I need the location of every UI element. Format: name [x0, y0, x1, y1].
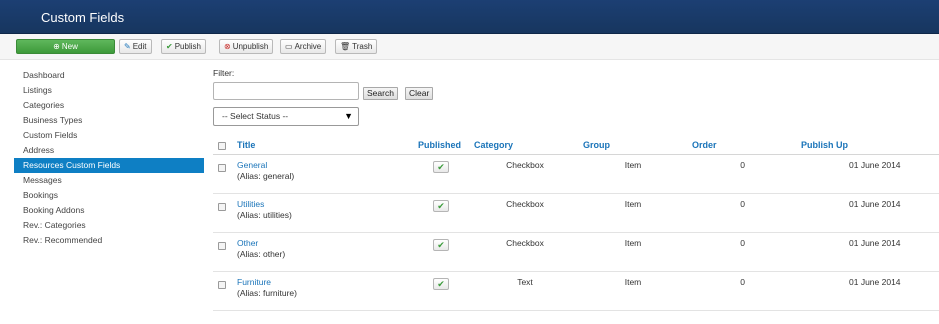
field-title-link[interactable]: General: [237, 160, 267, 170]
field-alias: (Alias: utilities): [237, 210, 292, 220]
select-all-checkbox[interactable]: [218, 142, 226, 150]
archive-button-label: Archive: [294, 42, 322, 51]
toolbar: ⊕ New ✎ Edit ✔ Publish ⊗ Unpublish ▭ Archive …: [0, 34, 939, 60]
clear-button[interactable]: Clear: [405, 87, 434, 100]
field-order: 0: [740, 199, 745, 209]
field-group: Item: [624, 160, 642, 170]
field-alias: (Alias: general): [237, 171, 295, 181]
sidebar-item-booking-addons[interactable]: Booking Addons: [14, 203, 204, 218]
sidebar-item-business-types[interactable]: Business Types: [14, 113, 204, 128]
search-button[interactable]: Search: [363, 87, 398, 100]
field-category: Checkbox: [506, 160, 544, 170]
row-checkbox[interactable]: [218, 164, 226, 172]
field-group: Item: [624, 277, 642, 287]
archive-button[interactable]: ▭ Archive: [280, 39, 327, 54]
published-toggle[interactable]: ✔: [433, 200, 449, 212]
published-toggle[interactable]: ✔: [433, 278, 449, 290]
field-title-link[interactable]: Utilities: [237, 199, 264, 209]
sidebar: Dashboard Listings Categories Business T…: [14, 68, 204, 248]
published-toggle[interactable]: ✔: [433, 239, 449, 251]
field-order: 0: [740, 160, 745, 170]
archive-icon: ▭: [285, 42, 293, 51]
edit-button-label: Edit: [132, 42, 147, 51]
field-publish-up: 01 June 2014: [849, 238, 901, 248]
custom-fields-table: Title Published Category Group Order Pub…: [213, 136, 939, 311]
filter-input[interactable]: [213, 82, 359, 100]
field-order: 0: [740, 238, 745, 248]
trash-icon: 🗑: [340, 42, 351, 51]
check-icon: ✔: [166, 42, 173, 51]
column-header-publish-up[interactable]: Publish Up: [801, 140, 848, 150]
field-alias: (Alias: furniture): [237, 288, 297, 298]
caret-down-icon: ▼: [344, 111, 353, 121]
field-group: Item: [624, 199, 642, 209]
field-category: Checkbox: [506, 199, 544, 209]
table-row: General (Alias: general) ✔ Checkbox Item…: [213, 155, 939, 194]
column-header-title[interactable]: Title: [237, 140, 255, 150]
publish-button[interactable]: ✔ Publish: [161, 39, 206, 54]
check-icon: ✔: [437, 240, 445, 250]
status-select-value: -- Select Status --: [222, 111, 289, 121]
sidebar-item-categories[interactable]: Categories: [14, 98, 204, 113]
edit-icon: ✎: [124, 42, 131, 51]
field-group: Item: [624, 238, 642, 248]
column-header-order[interactable]: Order: [692, 140, 717, 150]
field-publish-up: 01 June 2014: [849, 160, 901, 170]
trash-button-label: Trash: [352, 42, 373, 51]
field-publish-up: 01 June 2014: [849, 277, 901, 287]
trash-button[interactable]: 🗑 Trash: [335, 39, 378, 54]
table-row: Furniture (Alias: furniture) ✔ Text Item…: [213, 272, 939, 311]
new-button[interactable]: ⊕ New: [16, 39, 115, 54]
sidebar-item-rev-categories[interactable]: Rev.: Categories: [14, 218, 204, 233]
sidebar-item-bookings[interactable]: Bookings: [14, 188, 204, 203]
sidebar-item-listings[interactable]: Listings: [14, 83, 204, 98]
sidebar-item-rev-recommended[interactable]: Rev.: Recommended: [14, 233, 204, 248]
page-header: Custom Fields: [0, 0, 939, 34]
new-button-label: New: [61, 42, 78, 51]
field-publish-up: 01 June 2014: [849, 199, 901, 209]
check-icon: ✔: [437, 201, 445, 211]
table-header-row: Title Published Category Group Order Pub…: [213, 136, 939, 155]
unpublish-button[interactable]: ⊗ Unpublish: [219, 39, 274, 54]
table-row: Utilities (Alias: utilities) ✔ Checkbox …: [213, 194, 939, 233]
sidebar-item-address[interactable]: Address: [14, 143, 204, 158]
status-select[interactable]: -- Select Status -- ▼: [213, 107, 359, 126]
edit-button[interactable]: ✎ Edit: [119, 39, 152, 54]
table-row: Other (Alias: other) ✔ Checkbox Item 0 0…: [213, 233, 939, 272]
published-toggle[interactable]: ✔: [433, 161, 449, 173]
column-header-group[interactable]: Group: [583, 140, 610, 150]
column-header-published[interactable]: Published: [418, 140, 461, 150]
check-icon: ✔: [437, 279, 445, 289]
sidebar-item-custom-fields[interactable]: Custom Fields: [14, 128, 204, 143]
sidebar-item-resources-custom-fields[interactable]: Resources Custom Fields: [14, 158, 204, 173]
row-checkbox[interactable]: [218, 203, 226, 211]
filter-label: Filter:: [213, 68, 235, 78]
cancel-circle-icon: ⊗: [224, 42, 231, 51]
plus-circle-icon: ⊕: [53, 42, 60, 51]
field-category: Checkbox: [506, 238, 544, 248]
publish-button-label: Publish: [174, 42, 201, 51]
field-category: Text: [517, 277, 533, 287]
row-checkbox[interactable]: [218, 242, 226, 250]
unpublish-button-label: Unpublish: [232, 42, 269, 51]
field-alias: (Alias: other): [237, 249, 286, 259]
field-title-link[interactable]: Furniture: [237, 277, 271, 287]
sidebar-item-dashboard[interactable]: Dashboard: [14, 68, 204, 83]
sidebar-item-messages[interactable]: Messages: [14, 173, 204, 188]
field-title-link[interactable]: Other: [237, 238, 258, 248]
field-order: 0: [740, 277, 745, 287]
page-title: Custom Fields: [41, 10, 125, 25]
column-header-category[interactable]: Category: [474, 140, 513, 150]
check-icon: ✔: [437, 162, 445, 172]
row-checkbox[interactable]: [218, 281, 226, 289]
